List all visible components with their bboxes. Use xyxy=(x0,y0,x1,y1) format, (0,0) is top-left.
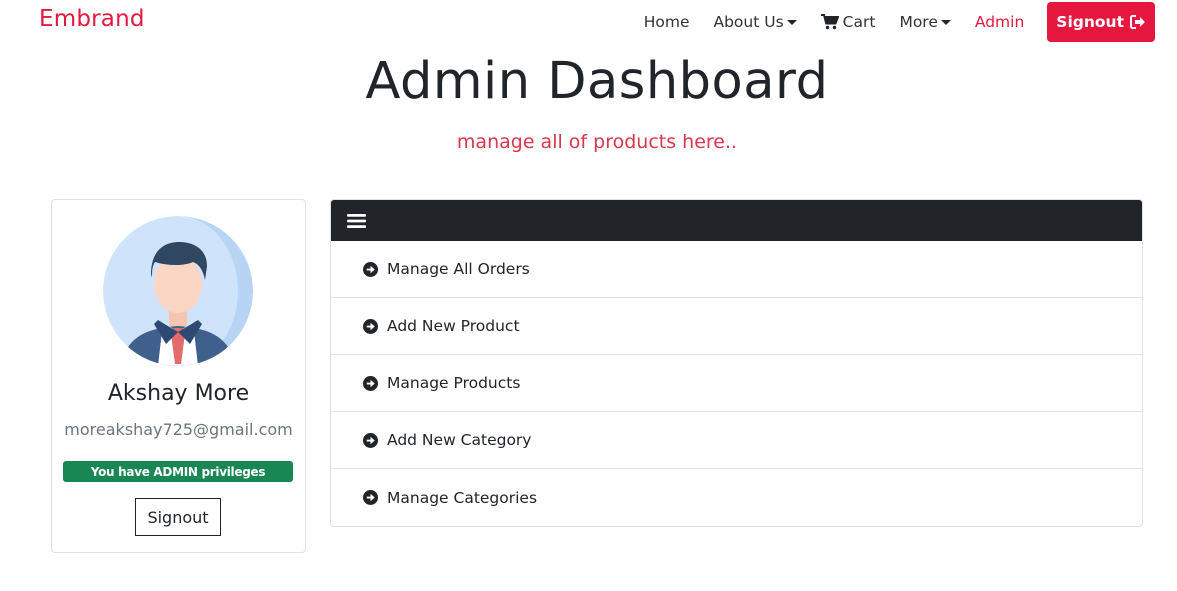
menu-item-label: Manage Products xyxy=(387,374,521,392)
profile-name: Akshay More xyxy=(107,381,250,406)
menu-item-label: Manage Categories xyxy=(387,488,538,507)
nav-home-link[interactable]: Home xyxy=(644,13,690,31)
nav-cart-link[interactable]: Cart xyxy=(820,13,876,31)
sign-out-icon xyxy=(1130,15,1146,29)
menu-item-manage-products[interactable]: Manage Products xyxy=(331,355,1142,412)
menu-item-label: Add New Product xyxy=(387,317,520,335)
nav-signout-label: Signout xyxy=(1056,13,1124,31)
arrow-circle-right-icon xyxy=(363,432,378,448)
admin-status-badge: You have ADMIN privileges xyxy=(63,461,293,482)
profile-card: Akshay More moreakshay725@gmail.com You … xyxy=(51,199,306,553)
arrow-circle-right-icon xyxy=(363,318,378,334)
nav-more-dropdown[interactable]: More xyxy=(899,13,951,31)
nav-home-label: Home xyxy=(643,13,690,31)
menu-item-label: Manage All Orders xyxy=(387,260,530,278)
chevron-down-icon xyxy=(786,20,797,25)
cart-icon xyxy=(820,14,839,30)
nav-admin-label: Admin xyxy=(974,13,1025,31)
arrow-circle-right-icon xyxy=(363,261,378,277)
user-avatar-icon xyxy=(103,216,253,366)
admin-menu-panel: Manage All Orders Add New Product Manage… xyxy=(330,199,1143,527)
nav-admin-link[interactable]: Admin xyxy=(975,13,1024,31)
nav-about-dropdown[interactable]: About Us xyxy=(713,13,797,31)
menu-item-manage-orders[interactable]: Manage All Orders xyxy=(331,241,1142,298)
hamburger-icon[interactable] xyxy=(347,213,366,229)
nav-cart-label: Cart xyxy=(842,13,876,31)
profile-signout-button[interactable]: Signout xyxy=(135,498,221,536)
nav-more-label: More xyxy=(899,13,938,31)
page-title: Admin Dashboard xyxy=(365,52,829,111)
main-nav: Home About Us Cart More Admin Signout xyxy=(620,2,1155,42)
arrow-circle-right-icon xyxy=(363,375,378,391)
nav-about-label: About Us xyxy=(713,13,784,31)
page-subtitle: manage all of products here.. xyxy=(456,131,738,153)
menu-item-add-category[interactable]: Add New Category xyxy=(331,412,1142,469)
chevron-down-icon xyxy=(940,20,951,25)
nav-signout-button[interactable]: Signout xyxy=(1047,2,1155,42)
menu-item-manage-categories[interactable]: Manage Categories xyxy=(331,469,1142,526)
arrow-circle-right-icon xyxy=(363,490,378,505)
menu-item-add-product[interactable]: Add New Product xyxy=(331,298,1142,355)
brand-logo[interactable]: Embrand xyxy=(39,6,145,32)
profile-email: moreakshay725@gmail.com xyxy=(64,420,293,439)
menu-header xyxy=(331,200,1142,241)
menu-item-label: Add New Category xyxy=(387,431,532,449)
